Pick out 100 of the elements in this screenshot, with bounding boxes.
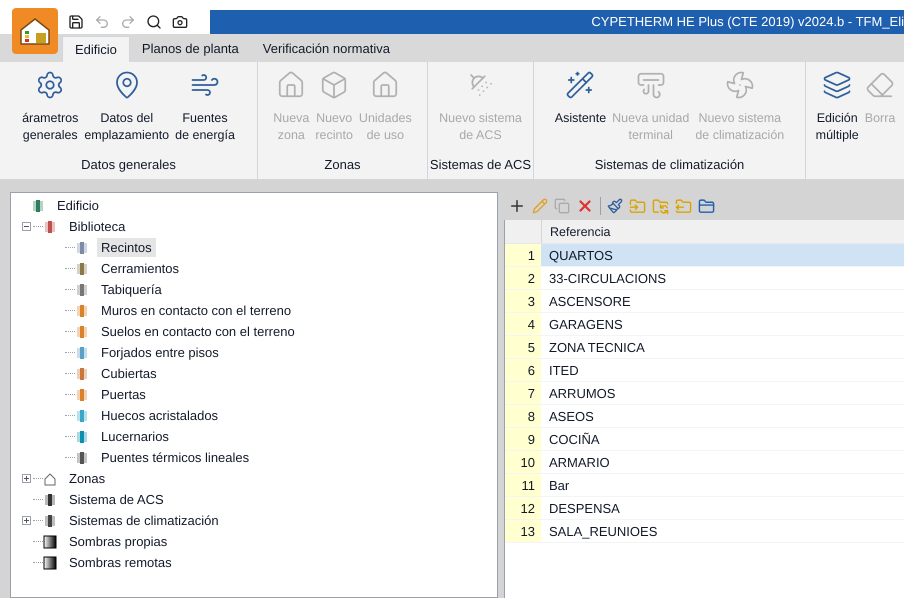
tree-item[interactable]: Puertas xyxy=(97,384,150,404)
ribbon-button[interactable]: Asistente xyxy=(552,70,608,155)
table-cell-text: COCIÑA xyxy=(548,431,601,449)
ribbon-group-label: Sistemas de ACS xyxy=(428,156,532,174)
table-cell-text: DESPENSA xyxy=(548,500,621,518)
row-number: 13 xyxy=(505,520,541,542)
row-number: 1 xyxy=(505,244,541,266)
table-row[interactable]: 2 33-CIRCULACIONS xyxy=(505,267,904,290)
tree-item[interactable]: Cerramientos xyxy=(97,258,184,278)
tree-item[interactable]: Suelos en contacto con el terreno xyxy=(97,322,299,342)
table-cell-text: GARAGENS xyxy=(548,316,624,334)
element-icon xyxy=(75,262,89,276)
table-row[interactable]: 10 ARMARIO xyxy=(505,451,904,474)
table-cell-text: QUARTOS xyxy=(548,247,614,265)
element-icon xyxy=(31,198,45,212)
table-cell-text: ARRUMOS xyxy=(548,385,616,403)
ribbon-tab[interactable]: Edificio xyxy=(62,36,130,62)
redo-icon[interactable] xyxy=(120,14,136,30)
table-row[interactable]: 12 DESPENSA xyxy=(505,497,904,520)
search-icon[interactable] xyxy=(146,14,162,30)
row-number: 3 xyxy=(505,290,541,312)
element-icon xyxy=(75,388,89,402)
element-icon xyxy=(43,514,57,528)
tree-item[interactable]: Cubiertas xyxy=(97,364,161,384)
element-icon xyxy=(75,324,89,338)
element-icon xyxy=(75,304,89,318)
ribbon-button[interactable]: Fuentes de energía xyxy=(173,70,237,155)
table-row[interactable]: 4 GARAGENS xyxy=(505,313,904,336)
element-icon xyxy=(75,430,89,444)
brush-icon[interactable] xyxy=(607,198,623,214)
element-icon xyxy=(75,366,89,380)
gradient-square-icon xyxy=(43,556,57,570)
tree-item[interactable]: Edificio xyxy=(53,196,103,216)
element-icon xyxy=(43,492,57,506)
table-row[interactable]: 6 ITED xyxy=(505,359,904,382)
row-number: 8 xyxy=(505,405,541,427)
ribbon-button[interactable]: Edición múltiple xyxy=(814,70,861,179)
table-row[interactable]: 7 ARRUMOS xyxy=(505,382,904,405)
wand-icon xyxy=(565,70,596,100)
tree-item[interactable]: Sistemas de climatización xyxy=(65,510,223,530)
table-row[interactable]: 11 Bar xyxy=(505,474,904,497)
expand-toggle-icon[interactable] xyxy=(22,516,30,525)
tree-item[interactable]: Recintos xyxy=(97,238,156,258)
tree-item[interactable]: Zonas xyxy=(65,468,110,488)
tree-item[interactable]: Sistema de ACS xyxy=(65,490,168,510)
tree-item[interactable]: Forjados entre pisos xyxy=(97,342,223,362)
layers-icon xyxy=(822,70,852,100)
add-icon[interactable] xyxy=(508,197,526,215)
tree-item[interactable]: Biblioteca xyxy=(65,216,130,236)
table-cell-text: ZONA TECNICA xyxy=(548,339,646,357)
table-row[interactable]: 3 ASCENSORE xyxy=(505,290,904,313)
table-cell-text: ASEOS xyxy=(548,408,595,426)
element-icon xyxy=(43,220,57,234)
table-row[interactable]: 13 SALA_REUNIOES xyxy=(505,520,904,543)
ribbon-button[interactable]: árametros generales xyxy=(20,70,80,155)
ribbon-group-label: Sistemas de climatización xyxy=(594,156,746,174)
save-icon[interactable] xyxy=(68,14,84,30)
camera-icon[interactable] xyxy=(172,14,188,30)
ribbon-button[interactable]: Datos del emplazamiento xyxy=(82,70,172,155)
tree-item[interactable]: Huecos acristalados xyxy=(97,406,222,426)
table-row[interactable]: 5 ZONA TECNICA xyxy=(505,336,904,359)
app-logo-icon[interactable] xyxy=(12,8,58,54)
ribbon-group-label: Datos generales xyxy=(80,156,177,174)
undo-icon[interactable] xyxy=(94,14,110,30)
table-cell-text: SALA_REUNIOES xyxy=(548,523,658,541)
element-icon xyxy=(75,408,89,422)
fan-icon xyxy=(724,70,755,100)
table-cell-text: ARMARIO xyxy=(548,454,611,472)
tree-item[interactable]: Tabiquería xyxy=(97,280,166,300)
house-outline-icon xyxy=(43,472,57,486)
row-number: 11 xyxy=(505,474,541,496)
row-number: 9 xyxy=(505,428,541,450)
tree-item[interactable]: Muros en contacto con el terreno xyxy=(97,300,296,320)
expand-toggle-icon[interactable] xyxy=(22,474,30,483)
row-number: 7 xyxy=(505,382,541,404)
row-number: 4 xyxy=(505,313,541,335)
row-number: 2 xyxy=(505,267,541,289)
folder-icon[interactable] xyxy=(698,198,715,214)
tree-item[interactable]: Sombras propias xyxy=(65,532,172,552)
gradient-square-icon xyxy=(43,534,57,548)
ribbon-tab[interactable]: Verificación normativa xyxy=(250,36,402,62)
tree-item[interactable]: Lucernarios xyxy=(97,426,173,446)
collapse-toggle-icon[interactable] xyxy=(22,222,30,231)
table-cell-text: ASCENSORE xyxy=(548,293,632,311)
row-number: 10 xyxy=(505,451,541,473)
table-cell-text: 33-CIRCULACIONS xyxy=(548,270,668,288)
element-icon xyxy=(75,282,89,296)
ribbon-tab[interactable]: Planos de planta xyxy=(130,36,251,62)
tree-item[interactable]: Puentes térmicos lineales xyxy=(97,448,254,468)
table-cell-text: ITED xyxy=(548,362,580,380)
tree-item[interactable]: Sombras remotas xyxy=(65,552,176,572)
air-unit-icon xyxy=(636,70,666,100)
table-row[interactable]: 1 QUARTOS xyxy=(505,244,904,267)
element-icon xyxy=(75,240,89,254)
table-row[interactable]: 9 COCIÑA xyxy=(505,428,904,451)
row-number: 6 xyxy=(505,359,541,381)
ribbon-group-label: Zonas xyxy=(323,156,362,174)
element-icon xyxy=(75,450,89,464)
table-row[interactable]: 8 ASEOS xyxy=(505,405,904,428)
row-number: 12 xyxy=(505,497,541,519)
